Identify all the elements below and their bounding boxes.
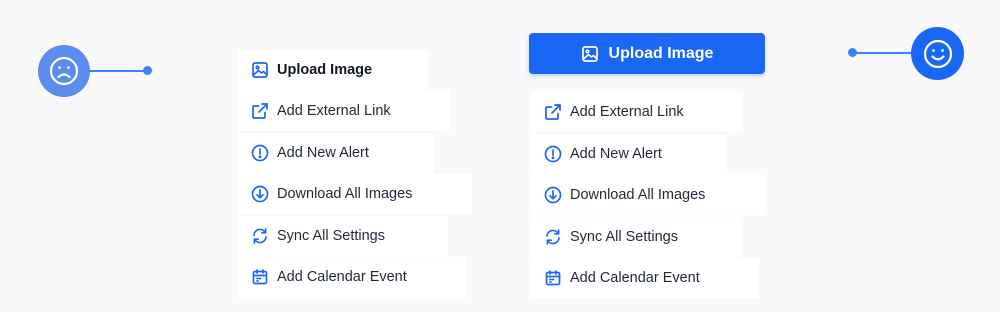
menu-item-label: Sync All Settings [277, 228, 385, 244]
sync-icon [250, 226, 270, 246]
menu-item-upload-image[interactable]: Upload Image [238, 50, 428, 90]
menu-item-add-external-link[interactable]: Add External Link [238, 91, 450, 131]
menu-item-download-all-images[interactable]: Download All Images [531, 175, 765, 215]
menu-item-sync-all-settings[interactable]: Sync All Settings [531, 217, 741, 257]
menu-item-label: Add External Link [570, 104, 684, 120]
sync-icon [543, 227, 563, 247]
sad-face-icon [38, 45, 90, 97]
right-connector-line [852, 52, 914, 54]
upload-image-button[interactable]: Upload Image [529, 33, 765, 74]
menu-item-label: Add Calendar Event [277, 269, 407, 285]
alert-circle-icon [250, 143, 270, 163]
left-connector-line [89, 70, 147, 72]
image-icon [581, 44, 601, 64]
menu-item-add-calendar-event[interactable]: Add Calendar Event [531, 258, 759, 298]
external-link-icon [543, 102, 563, 122]
menu-item-label: Add Calendar Event [570, 270, 700, 286]
image-icon [250, 60, 270, 80]
calendar-icon [543, 268, 563, 288]
menu-item-label: Upload Image [277, 62, 373, 78]
alert-circle-icon [543, 144, 563, 164]
download-circle-icon [250, 184, 270, 204]
menu-item-label: Download All Images [570, 187, 706, 203]
menu-item-add-external-link[interactable]: Add External Link [531, 92, 743, 132]
menu-item-label: Sync All Settings [570, 229, 678, 245]
menu-item-label: Add New Alert [570, 146, 662, 162]
external-link-icon [250, 101, 270, 121]
menu-item-sync-all-settings[interactable]: Sync All Settings [238, 216, 448, 256]
upload-image-button-label: Upload Image [608, 44, 714, 62]
menu-item-label: Add New Alert [277, 145, 369, 161]
menu-item-add-new-alert[interactable]: Add New Alert [531, 134, 727, 174]
calendar-icon [250, 267, 270, 287]
menu-item-label: Download All Images [277, 186, 413, 202]
happy-face-icon [911, 27, 964, 80]
menu-item-add-calendar-event[interactable]: Add Calendar Event [238, 257, 466, 297]
menu-item-download-all-images[interactable]: Download All Images [238, 174, 472, 214]
download-circle-icon [543, 185, 563, 205]
menu-item-add-new-alert[interactable]: Add New Alert [238, 133, 434, 173]
left-connector-dot [143, 66, 152, 75]
menu-item-label: Add External Link [277, 103, 391, 119]
